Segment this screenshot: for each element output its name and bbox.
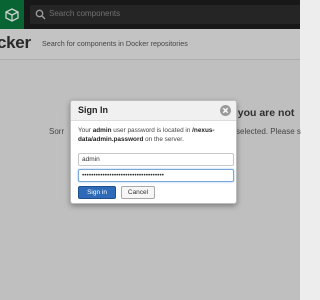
message-user: admin	[92, 127, 112, 134]
sign-in-button[interactable]: Sign in	[78, 186, 116, 199]
password-field[interactable]	[78, 169, 234, 182]
cancel-button[interactable]: Cancel	[121, 186, 155, 199]
sign-in-dialog: Sign In Your admin user password is loca…	[70, 100, 237, 204]
close-button[interactable]	[220, 105, 231, 116]
close-icon	[222, 107, 229, 114]
username-field[interactable]	[78, 153, 234, 166]
password-hint-message: Your admin user password is located in /…	[78, 126, 233, 144]
dialog-header: Sign In	[71, 101, 236, 121]
message-mid: user password is located in	[111, 127, 193, 134]
dialog-title: Sign In	[78, 105, 108, 115]
message-prefix: Your	[78, 127, 93, 134]
message-suffix: on the server.	[143, 136, 184, 143]
